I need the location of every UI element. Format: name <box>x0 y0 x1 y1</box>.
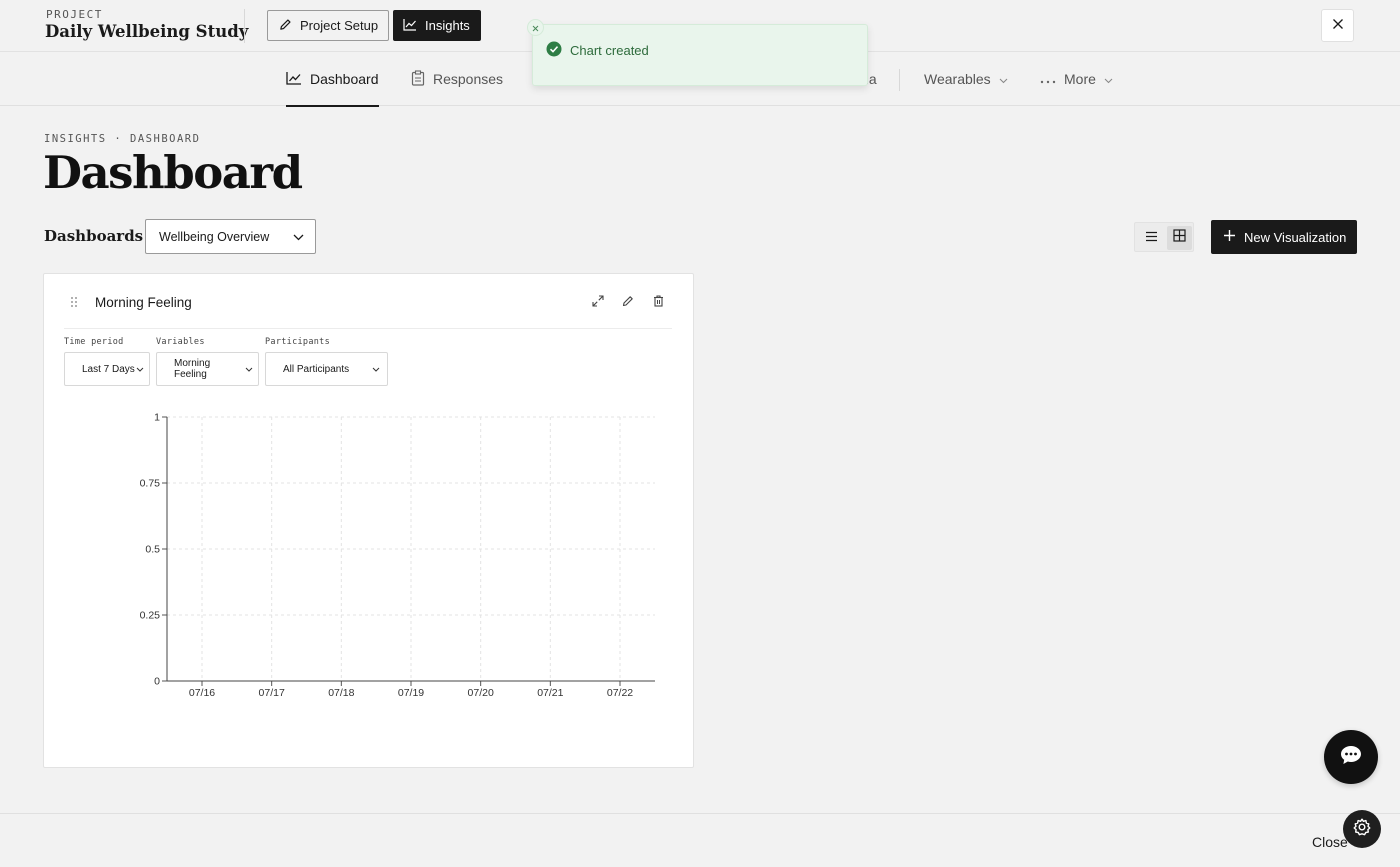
tab-more[interactable]: More <box>1040 52 1113 106</box>
time-period-value: Last 7 Days <box>82 363 135 375</box>
close-icon <box>532 19 539 37</box>
chevron-down-icon <box>1104 71 1113 87</box>
participants-label: Participants <box>265 337 331 347</box>
dashboard-select-value: Wellbeing Overview <box>159 229 270 244</box>
delete-button[interactable] <box>647 292 669 314</box>
x-tick-label: 07/19 <box>398 687 424 699</box>
footer-bar: Close <box>0 813 1400 867</box>
time-period-label: Time period <box>64 337 124 347</box>
grid-view-button[interactable] <box>1167 226 1192 250</box>
pencil-icon <box>279 18 292 34</box>
new-visualization-button[interactable]: New Visualization <box>1211 220 1357 254</box>
project-setup-label: Project Setup <box>300 18 379 33</box>
chart-card: 0 0.25 0.5 0.75 1 07/16 07/17 07/18 07/19 07/20 07… <box>43 273 694 768</box>
view-toggle <box>1134 222 1194 252</box>
tab-responses-label: Responses <box>433 71 504 87</box>
trash-icon <box>653 294 664 312</box>
insights-button[interactable]: Insights <box>393 10 481 41</box>
line-chart-icon <box>286 71 302 88</box>
expand-button[interactable] <box>587 292 609 314</box>
drag-handle-icon[interactable] <box>70 295 78 313</box>
line-chart: 0 0.25 0.5 0.75 1 07/16 07/17 07/18 07/19 07/20 07… <box>140 412 655 699</box>
chat-bubble-icon <box>1339 744 1363 771</box>
y-tick-label: 0 <box>154 676 160 688</box>
chevron-down-icon <box>372 364 380 375</box>
project-name: Daily Wellbeing Study <box>45 22 249 41</box>
toast-message: Chart created <box>570 43 649 58</box>
expand-icon <box>592 294 604 312</box>
tab-dashboard-label: Dashboard <box>310 71 379 87</box>
dashboard-select[interactable]: Wellbeing Overview <box>145 219 316 254</box>
header-divider <box>244 9 245 43</box>
tab-dashboard[interactable]: Dashboard <box>286 52 379 107</box>
chevron-down-icon <box>293 230 304 244</box>
x-tick-label: 07/16 <box>189 687 215 699</box>
list-icon <box>1145 229 1158 247</box>
x-tick-label: 07/21 <box>537 687 563 699</box>
page-title: Dashboard <box>43 146 303 199</box>
tab-wearables[interactable]: Wearables <box>924 52 1008 106</box>
ellipsis-icon <box>1040 71 1056 87</box>
close-button[interactable] <box>1321 9 1354 42</box>
chevron-down-icon <box>999 71 1008 87</box>
gear-icon <box>1352 817 1372 842</box>
participants-value: All Participants <box>283 363 350 375</box>
x-tick-label: 07/18 <box>328 687 354 699</box>
card-title: Morning Feeling <box>95 295 192 310</box>
y-tick-label: 0.75 <box>140 478 161 490</box>
variables-label: Variables <box>156 337 205 347</box>
tab-responses[interactable]: Responses <box>411 52 503 106</box>
tab-more-label: More <box>1064 71 1096 87</box>
toast-notification: Chart created <box>527 19 868 86</box>
time-period-select[interactable]: Last 7 Days <box>64 352 150 386</box>
footer-close-button[interactable]: Close <box>1312 834 1348 850</box>
y-tick-label: 1 <box>154 412 160 424</box>
breadcrumb: INSIGHTS · DASHBOARD <box>44 133 201 145</box>
new-visualization-label: New Visualization <box>1244 229 1347 245</box>
chat-button[interactable] <box>1324 730 1378 784</box>
dashboards-label: Dashboards <box>44 227 144 245</box>
x-tick-label: 07/17 <box>259 687 285 699</box>
toast-close-button[interactable] <box>527 19 544 36</box>
plus-icon <box>1223 229 1236 245</box>
insights-label: Insights <box>425 18 470 33</box>
y-tick-label: 0.25 <box>140 610 161 622</box>
participants-select[interactable]: All Participants <box>265 352 388 386</box>
variables-value: Morning Feeling <box>174 358 211 380</box>
variables-select[interactable]: Morning Feeling <box>156 352 259 386</box>
x-tick-label: 07/20 <box>468 687 494 699</box>
nav-divider <box>899 69 900 91</box>
x-tick-label: 07/22 <box>607 687 633 699</box>
chevron-down-icon <box>136 364 144 375</box>
close-icon <box>1332 17 1344 35</box>
pencil-icon <box>622 294 634 312</box>
grid-icon <box>1173 229 1186 247</box>
card-divider <box>64 328 672 329</box>
clipboard-icon <box>411 69 425 89</box>
check-circle-icon <box>546 41 562 60</box>
tab-wearables-label: Wearables <box>924 71 991 87</box>
line-chart-icon <box>403 18 417 34</box>
list-view-button[interactable] <box>1139 226 1164 250</box>
project-label: PROJECT <box>46 8 103 21</box>
y-tick-label: 0.5 <box>145 544 160 556</box>
edit-button[interactable] <box>617 292 639 314</box>
project-setup-button[interactable]: Project Setup <box>267 10 389 41</box>
settings-button[interactable] <box>1343 810 1381 848</box>
chevron-down-icon <box>245 364 253 375</box>
